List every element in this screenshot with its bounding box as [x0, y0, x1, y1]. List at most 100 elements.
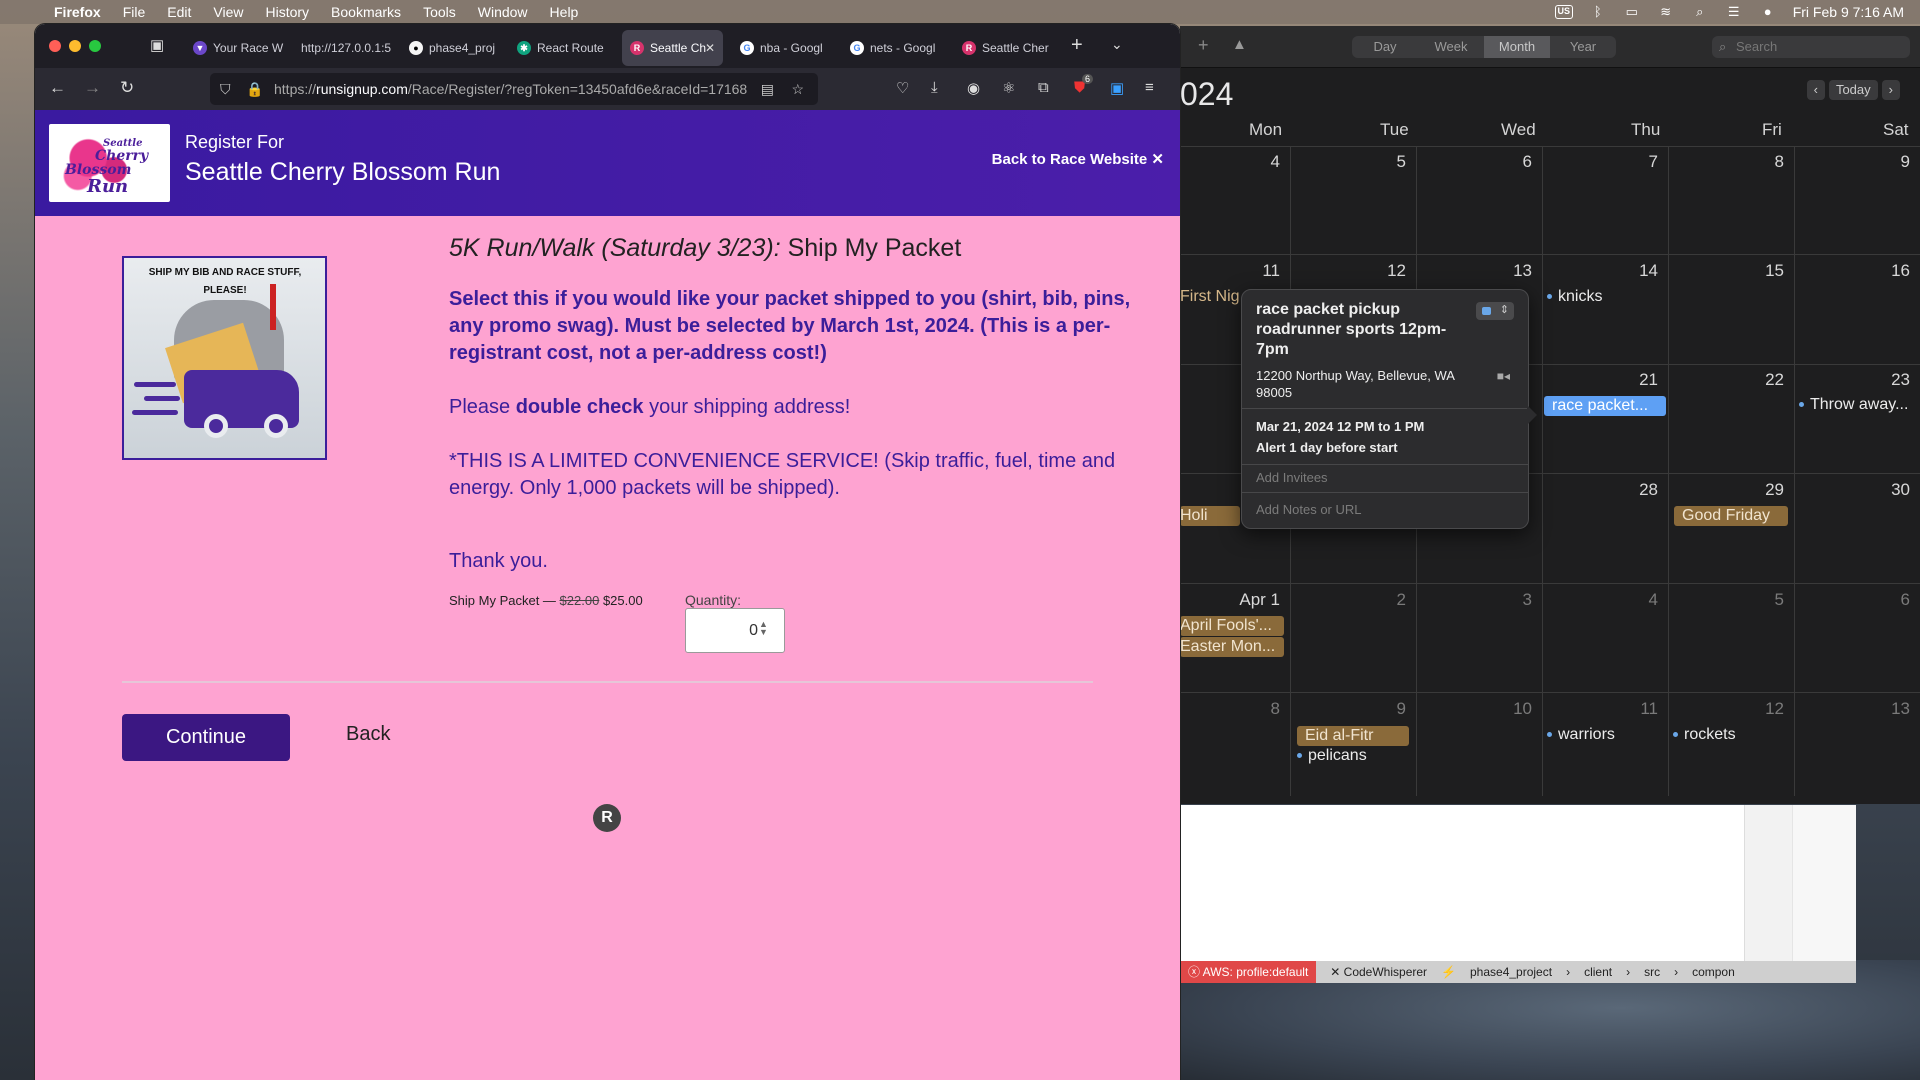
- back-arrow-icon[interactable]: ←: [49, 78, 66, 98]
- day-number[interactable]: 29: [1744, 480, 1784, 500]
- reader-view-icon[interactable]: ▤: [761, 73, 774, 105]
- url-bar[interactable]: ⛉ 🔒 https://runsignup.com/Race/Register/…: [210, 73, 818, 105]
- tab-seattle-2[interactable]: R Seattle Cher: [954, 30, 1064, 66]
- event-easter-monday[interactable]: Easter Mon...: [1180, 637, 1284, 657]
- spotlight-search-icon[interactable]: ⌕: [1691, 5, 1709, 19]
- event-holi[interactable]: Holi: [1180, 506, 1240, 526]
- menu-bookmarks[interactable]: Bookmarks: [331, 4, 401, 20]
- race-logo[interactable]: Seattle Cherry Blossom Run: [49, 124, 170, 202]
- forward-arrow-icon[interactable]: →: [84, 78, 101, 98]
- day-number[interactable]: 4: [1618, 590, 1658, 610]
- view-month[interactable]: Month: [1484, 36, 1550, 58]
- battery-icon[interactable]: ▭: [1623, 5, 1641, 19]
- stepper-arrows-icon[interactable]: ▲ ▼: [759, 620, 768, 637]
- day-number[interactable]: 23: [1870, 370, 1910, 390]
- tab-nets[interactable]: G nets - Googl: [842, 30, 950, 66]
- day-number[interactable]: 13: [1492, 261, 1532, 281]
- account-icon[interactable]: ◉: [967, 79, 980, 97]
- add-event-icon[interactable]: +: [1198, 35, 1209, 56]
- tab-nba[interactable]: G nba - Googl: [732, 30, 838, 66]
- warning-icon[interactable]: ▲: [1232, 36, 1247, 53]
- editor-minimap[interactable]: [1744, 805, 1792, 961]
- event-eid-al-fitr[interactable]: Eid al-Fitr: [1297, 726, 1409, 746]
- event-title[interactable]: race packet pickup roadrunner sports 12p…: [1256, 300, 1466, 360]
- reload-icon[interactable]: ↻: [120, 78, 134, 98]
- day-number[interactable]: 12: [1744, 699, 1784, 719]
- zoom-window-button[interactable]: [89, 40, 101, 52]
- bluetooth-icon[interactable]: ᛒ: [1589, 5, 1607, 19]
- view-week[interactable]: Week: [1418, 36, 1484, 58]
- day-number[interactable]: 11: [1618, 699, 1658, 719]
- plug-icon[interactable]: ⚡: [1441, 965, 1456, 979]
- day-number[interactable]: 16: [1870, 261, 1910, 281]
- aws-profile-status[interactable]: ⓧ AWS: profile:default: [1180, 961, 1317, 983]
- event-knicks[interactable]: knicks: [1547, 288, 1602, 306]
- menu-view[interactable]: View: [213, 4, 243, 20]
- day-number[interactable]: 5: [1366, 152, 1406, 172]
- app-menu-icon[interactable]: ≡: [1145, 79, 1154, 96]
- lock-icon[interactable]: 🔒: [246, 73, 263, 105]
- event-throw-away[interactable]: Throw away...: [1799, 396, 1908, 414]
- back-to-race-website-link[interactable]: Back to Race Website ✕: [992, 150, 1164, 168]
- tab-your-race[interactable]: ▼ Your Race W: [185, 30, 285, 66]
- quantity-stepper[interactable]: 0: [685, 608, 785, 653]
- list-all-tabs-icon[interactable]: ⌄: [1111, 36, 1123, 53]
- editor-scrollbar[interactable]: [1792, 805, 1856, 961]
- day-number[interactable]: 10: [1492, 699, 1532, 719]
- day-number[interactable]: 12: [1366, 261, 1406, 281]
- day-number[interactable]: 11: [1240, 261, 1280, 281]
- breadcrumb-components[interactable]: compon: [1692, 965, 1735, 979]
- event-rockets[interactable]: rockets: [1673, 726, 1736, 744]
- wifi-icon[interactable]: ≋: [1657, 5, 1675, 19]
- event-pelicans[interactable]: pelicans: [1297, 747, 1367, 765]
- day-number[interactable]: 15: [1744, 261, 1784, 281]
- day-number[interactable]: 7: [1618, 152, 1658, 172]
- menu-edit[interactable]: Edit: [167, 4, 191, 20]
- tab-github[interactable]: ● phase4_proj: [401, 30, 505, 66]
- day-number[interactable]: 30: [1870, 480, 1910, 500]
- day-number[interactable]: 28: [1618, 480, 1658, 500]
- menubar-clock[interactable]: Fri Feb 9 7:16 AM: [1793, 4, 1904, 20]
- runsignup-footer-logo[interactable]: R: [593, 804, 621, 832]
- tracking-protection-icon[interactable]: ⛉: [220, 73, 231, 105]
- menu-file[interactable]: File: [123, 4, 146, 20]
- view-year[interactable]: Year: [1550, 36, 1616, 58]
- extension-person-icon[interactable]: ▣: [1110, 79, 1124, 97]
- extensions-icon[interactable]: ⧉: [1038, 79, 1049, 96]
- back-button[interactable]: Back: [346, 723, 390, 746]
- continue-button[interactable]: Continue: [122, 714, 290, 761]
- calendar-search-input[interactable]: ⌕ Search: [1712, 36, 1910, 58]
- event-good-friday[interactable]: Good Friday: [1674, 506, 1788, 526]
- next-month-button[interactable]: ›: [1881, 80, 1900, 100]
- breadcrumb-client[interactable]: client: [1584, 965, 1612, 979]
- day-number[interactable]: 14: [1618, 261, 1658, 281]
- firefox-view-icon[interactable]: ▣: [150, 36, 164, 54]
- breadcrumb-project[interactable]: phase4_project: [1470, 965, 1552, 979]
- tab-seattle-active[interactable]: R Seattle Ch ✕: [622, 30, 723, 66]
- add-invitees-field[interactable]: Add Invitees: [1256, 470, 1328, 485]
- today-button[interactable]: Today: [1828, 80, 1878, 100]
- react-devtools-icon[interactable]: ⚛: [1002, 79, 1015, 97]
- menu-tools[interactable]: Tools: [423, 4, 456, 20]
- previous-month-button[interactable]: ‹: [1806, 80, 1825, 100]
- downloads-icon[interactable]: ⤓: [931, 79, 938, 96]
- day-number[interactable]: 8: [1240, 699, 1280, 719]
- day-number[interactable]: 6: [1870, 590, 1910, 610]
- codewhisperer-status[interactable]: ✕ CodeWhisperer: [1330, 965, 1427, 979]
- close-tab-icon[interactable]: ✕: [705, 30, 715, 66]
- minimize-window-button[interactable]: [69, 40, 81, 52]
- day-number[interactable]: 2: [1366, 590, 1406, 610]
- menu-window[interactable]: Window: [478, 4, 528, 20]
- day-number[interactable]: 5: [1744, 590, 1784, 610]
- event-first-night[interactable]: First Nig: [1180, 288, 1240, 306]
- tab-localhost[interactable]: http://127.0.0.1:5: [289, 30, 397, 66]
- pocket-icon[interactable]: ♡: [896, 79, 909, 97]
- new-tab-icon[interactable]: +: [1071, 34, 1083, 57]
- breadcrumb-src[interactable]: src: [1644, 965, 1660, 979]
- menu-app-name[interactable]: Firefox: [54, 4, 101, 20]
- day-number[interactable]: 4: [1240, 152, 1280, 172]
- day-number[interactable]: 21: [1618, 370, 1658, 390]
- menu-help[interactable]: Help: [550, 4, 579, 20]
- bookmark-star-icon[interactable]: ☆: [791, 73, 804, 105]
- event-april-fools[interactable]: April Fools'...: [1180, 616, 1284, 636]
